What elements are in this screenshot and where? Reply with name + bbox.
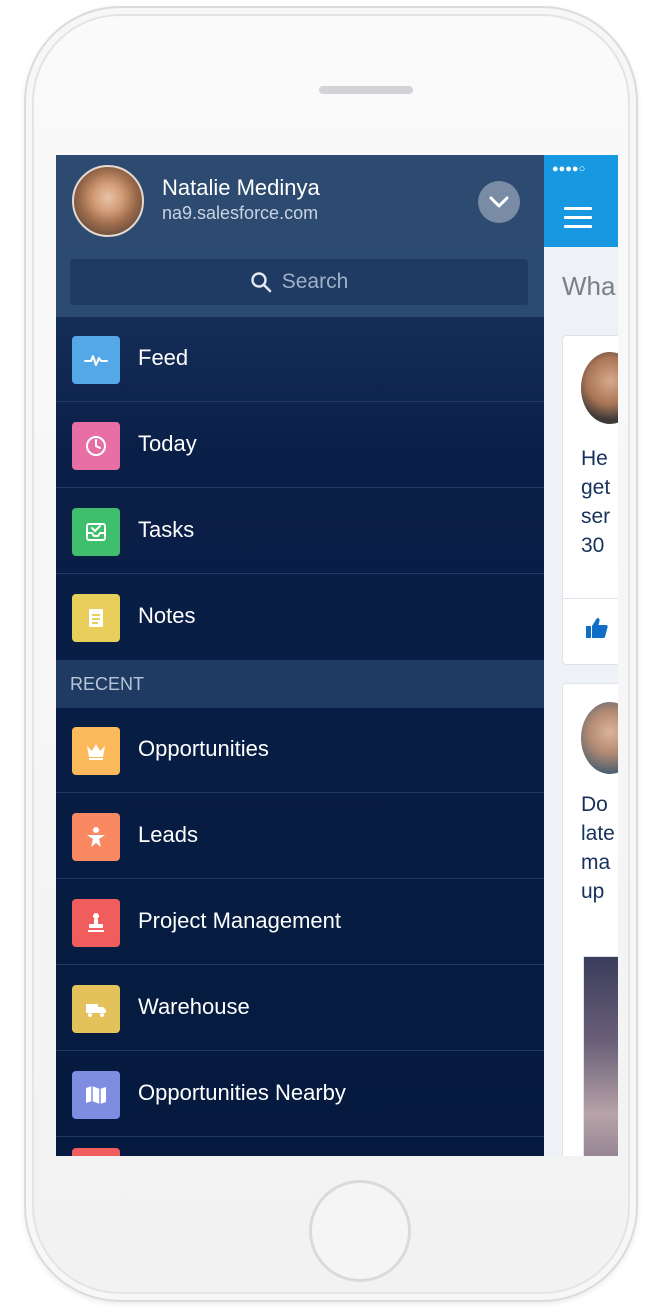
section-label: RECENT — [70, 674, 145, 694]
recent-item-opportunities-nearby[interactable]: Opportunities Nearby — [56, 1052, 544, 1137]
recent-item-partial[interactable] — [56, 1138, 544, 1156]
user-name: Natalie Medinya — [162, 175, 320, 200]
avatar — [72, 165, 144, 237]
crown-icon — [72, 727, 120, 775]
menu-item-tasks[interactable]: Tasks — [56, 489, 544, 574]
screen: ●●●●○ Wha He get ser 30 Do late ma up Na… — [56, 155, 618, 1156]
recent-item-project-management[interactable]: Project Management — [56, 880, 544, 965]
card-divider — [563, 598, 618, 599]
pulse-icon — [72, 336, 120, 384]
menu-item-label: Opportunities — [138, 736, 269, 761]
clock-icon — [72, 422, 120, 470]
menu-item-label: Feed — [138, 345, 189, 370]
menu-item-label: Today — [138, 431, 197, 456]
post-image[interactable] — [583, 956, 618, 1156]
feed-app: ●●●●○ Wha He get ser 30 Do late ma up — [544, 155, 618, 1156]
instance-url: na9.salesforce.com — [162, 203, 319, 223]
search-icon — [251, 272, 272, 293]
home-button[interactable] — [309, 1180, 411, 1282]
phone-speaker — [319, 86, 413, 94]
search-bar: Search — [56, 247, 544, 317]
avatar — [581, 702, 618, 774]
account-switcher-button[interactable] — [478, 181, 520, 223]
menu-item-label: Leads — [138, 822, 198, 847]
publisher-prompt[interactable]: Wha — [562, 271, 615, 302]
partial-icon — [72, 1148, 120, 1156]
navigation-drawer: Natalie Medinya na9.salesforce.com Searc… — [56, 155, 544, 1156]
menu-item-label: Tasks — [138, 517, 195, 542]
app-header: ●●●●○ — [544, 155, 618, 247]
menu-item-label: Warehouse — [138, 994, 250, 1019]
avatar — [581, 352, 618, 424]
chevron-down-icon — [489, 196, 509, 208]
profile-header[interactable]: Natalie Medinya na9.salesforce.com — [56, 155, 544, 247]
feed-post-card[interactable]: Do late ma up — [562, 683, 618, 1156]
menu-item-label: Project Management — [138, 908, 341, 933]
feed-post-card[interactable]: He get ser 30 — [562, 335, 618, 665]
map-icon — [72, 1071, 120, 1119]
post-text: He get ser 30 — [581, 447, 611, 557]
menu-item-notes[interactable]: Notes — [56, 575, 544, 660]
recent-item-leads[interactable]: Leads — [56, 794, 544, 879]
menu-item-feed[interactable]: Feed — [56, 317, 544, 402]
inbox-check-icon — [72, 508, 120, 556]
recent-section-header: RECENT — [56, 660, 544, 708]
stamp-icon — [72, 899, 120, 947]
thumbs-up-icon[interactable] — [585, 616, 609, 640]
person-star-icon — [72, 813, 120, 861]
post-text: Do late ma up — [581, 793, 615, 903]
signal-indicator: ●●●●○ — [552, 163, 586, 175]
search-placeholder: Search — [281, 270, 349, 293]
search-input[interactable]: Search — [70, 259, 528, 305]
menu-item-today[interactable]: Today — [56, 403, 544, 488]
recent-item-warehouse[interactable]: Warehouse — [56, 966, 544, 1051]
menu-item-label: Notes — [138, 603, 196, 628]
recent-item-opportunities[interactable]: Opportunities — [56, 708, 544, 793]
menu-item-label: Opportunities Nearby — [138, 1080, 346, 1105]
hamburger-menu-icon[interactable] — [564, 207, 592, 234]
truck-icon — [72, 985, 120, 1033]
note-icon — [72, 594, 120, 642]
